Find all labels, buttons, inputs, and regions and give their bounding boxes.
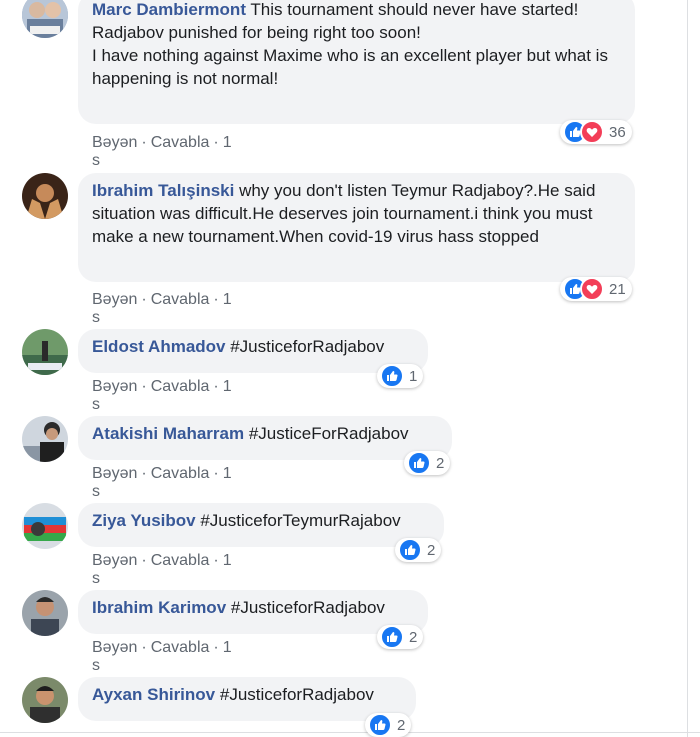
- like-icon: [398, 538, 422, 562]
- avatar[interactable]: [22, 590, 68, 636]
- comment-author[interactable]: Ibrahim Talışinski: [92, 181, 234, 200]
- reaction-summary[interactable]: 36: [560, 120, 632, 144]
- avatar[interactable]: [22, 0, 68, 38]
- reaction-summary[interactable]: 2: [365, 713, 412, 737]
- reaction-count: 2: [427, 541, 436, 559]
- like-link[interactable]: Bəyən: [92, 465, 137, 482]
- like-link[interactable]: Bəyən: [92, 639, 137, 656]
- comment-actions: Bəyən · Cavabla · 1 s: [92, 291, 232, 326]
- reaction-summary[interactable]: 2: [377, 625, 424, 649]
- comment-text-line: I have nothing against Maxime who is an …: [92, 46, 608, 88]
- reaction-count: 2: [409, 628, 418, 646]
- reaction-count: 21: [609, 280, 626, 298]
- comment-author[interactable]: Marc Dambiermont: [92, 0, 246, 19]
- comment-actions: Bəyən · Cavabla · 1 s: [92, 465, 232, 500]
- reaction-count: 2: [397, 716, 406, 734]
- reply-link[interactable]: Cavabla: [151, 291, 210, 308]
- comment-bubble: Marc Dambiermont This tournament should …: [78, 0, 635, 124]
- like-icon: [368, 713, 392, 737]
- love-icon: [580, 120, 604, 144]
- comment-bubble: Atakishi Maharram #JusticeForRadjabov: [78, 416, 452, 460]
- comment-actions: Bəyən · Cavabla · 1 s: [92, 378, 232, 413]
- comment-bubble: Ibrahim Talışinski why you don't listen …: [78, 173, 635, 282]
- like-icon: [380, 364, 404, 388]
- comment-author[interactable]: Ziya Yusibov: [92, 511, 196, 530]
- reply-link[interactable]: Cavabla: [151, 465, 210, 482]
- reply-link[interactable]: Cavabla: [151, 552, 210, 569]
- avatar-image: [22, 503, 68, 549]
- comment-bubble: Ziya Yusibov #JusticeforTeymurRajabov: [78, 503, 444, 547]
- comment-actions: Bəyən · Cavabla · 1 s: [92, 134, 232, 169]
- comment-author[interactable]: Ayxan Shirinov: [92, 685, 215, 704]
- like-link[interactable]: Bəyən: [92, 552, 137, 569]
- comment-author[interactable]: Ibrahim Karimov: [92, 598, 226, 617]
- love-icon: [580, 277, 604, 301]
- avatar-image: [22, 677, 68, 723]
- comment-text: #JusticeforRadjabov: [215, 685, 374, 704]
- comment-bubble: Ibrahim Karimov #JusticeforRadjabov: [78, 590, 428, 634]
- like-link[interactable]: Bəyən: [92, 291, 137, 308]
- avatar-image: [22, 173, 68, 219]
- comment-text-line: Radjabov punished for being right too so…: [92, 23, 421, 42]
- reaction-summary[interactable]: 21: [560, 277, 632, 301]
- like-link[interactable]: Bəyən: [92, 378, 137, 395]
- comment-actions: Bəyən · Cavabla · 1 s: [92, 639, 232, 674]
- comment-text: #JusticeForRadjabov: [244, 424, 409, 443]
- comment-text: #JusticeforRadjabov: [225, 337, 385, 356]
- reaction-summary[interactable]: 2: [395, 538, 442, 562]
- reaction-count: 2: [436, 454, 445, 472]
- comment-text: #JusticeforRadjabov: [226, 598, 385, 617]
- reply-link[interactable]: Cavabla: [151, 134, 210, 151]
- comment-author[interactable]: Atakishi Maharram: [92, 424, 244, 443]
- avatar-image: [22, 0, 68, 38]
- comment-actions: Bəyən · Cavabla · 1 s: [92, 552, 232, 587]
- avatar[interactable]: [22, 173, 68, 219]
- avatar-image: [22, 416, 68, 462]
- reply-link[interactable]: Cavabla: [151, 639, 210, 656]
- comment-bubble: Ayxan Shirinov #JusticeforRadjabov: [78, 677, 416, 721]
- reaction-count: 1: [409, 367, 418, 385]
- reaction-count: 36: [609, 123, 626, 141]
- reaction-summary[interactable]: 2: [404, 451, 451, 475]
- like-icon: [380, 625, 404, 649]
- reply-link[interactable]: Cavabla: [151, 378, 210, 395]
- avatar-image: [22, 590, 68, 636]
- avatar[interactable]: [22, 503, 68, 549]
- like-link[interactable]: Bəyən: [92, 134, 137, 151]
- comment-author[interactable]: Eldost Ahmadov: [92, 337, 226, 356]
- reaction-summary[interactable]: 1: [377, 364, 424, 388]
- comment-text: This tournament should never have starte…: [245, 0, 579, 19]
- avatar[interactable]: [22, 329, 68, 375]
- avatar-image: [22, 329, 68, 375]
- avatar[interactable]: [22, 416, 68, 462]
- like-icon: [407, 451, 431, 475]
- comment-bubble: Eldost Ahmadov #JusticeforRadjabov: [78, 329, 428, 373]
- feed-bottom-border: [0, 732, 700, 733]
- avatar[interactable]: [22, 677, 68, 723]
- feed-right-border: [687, 0, 688, 737]
- comment-text: #JusticeforTeymurRajabov: [195, 511, 401, 530]
